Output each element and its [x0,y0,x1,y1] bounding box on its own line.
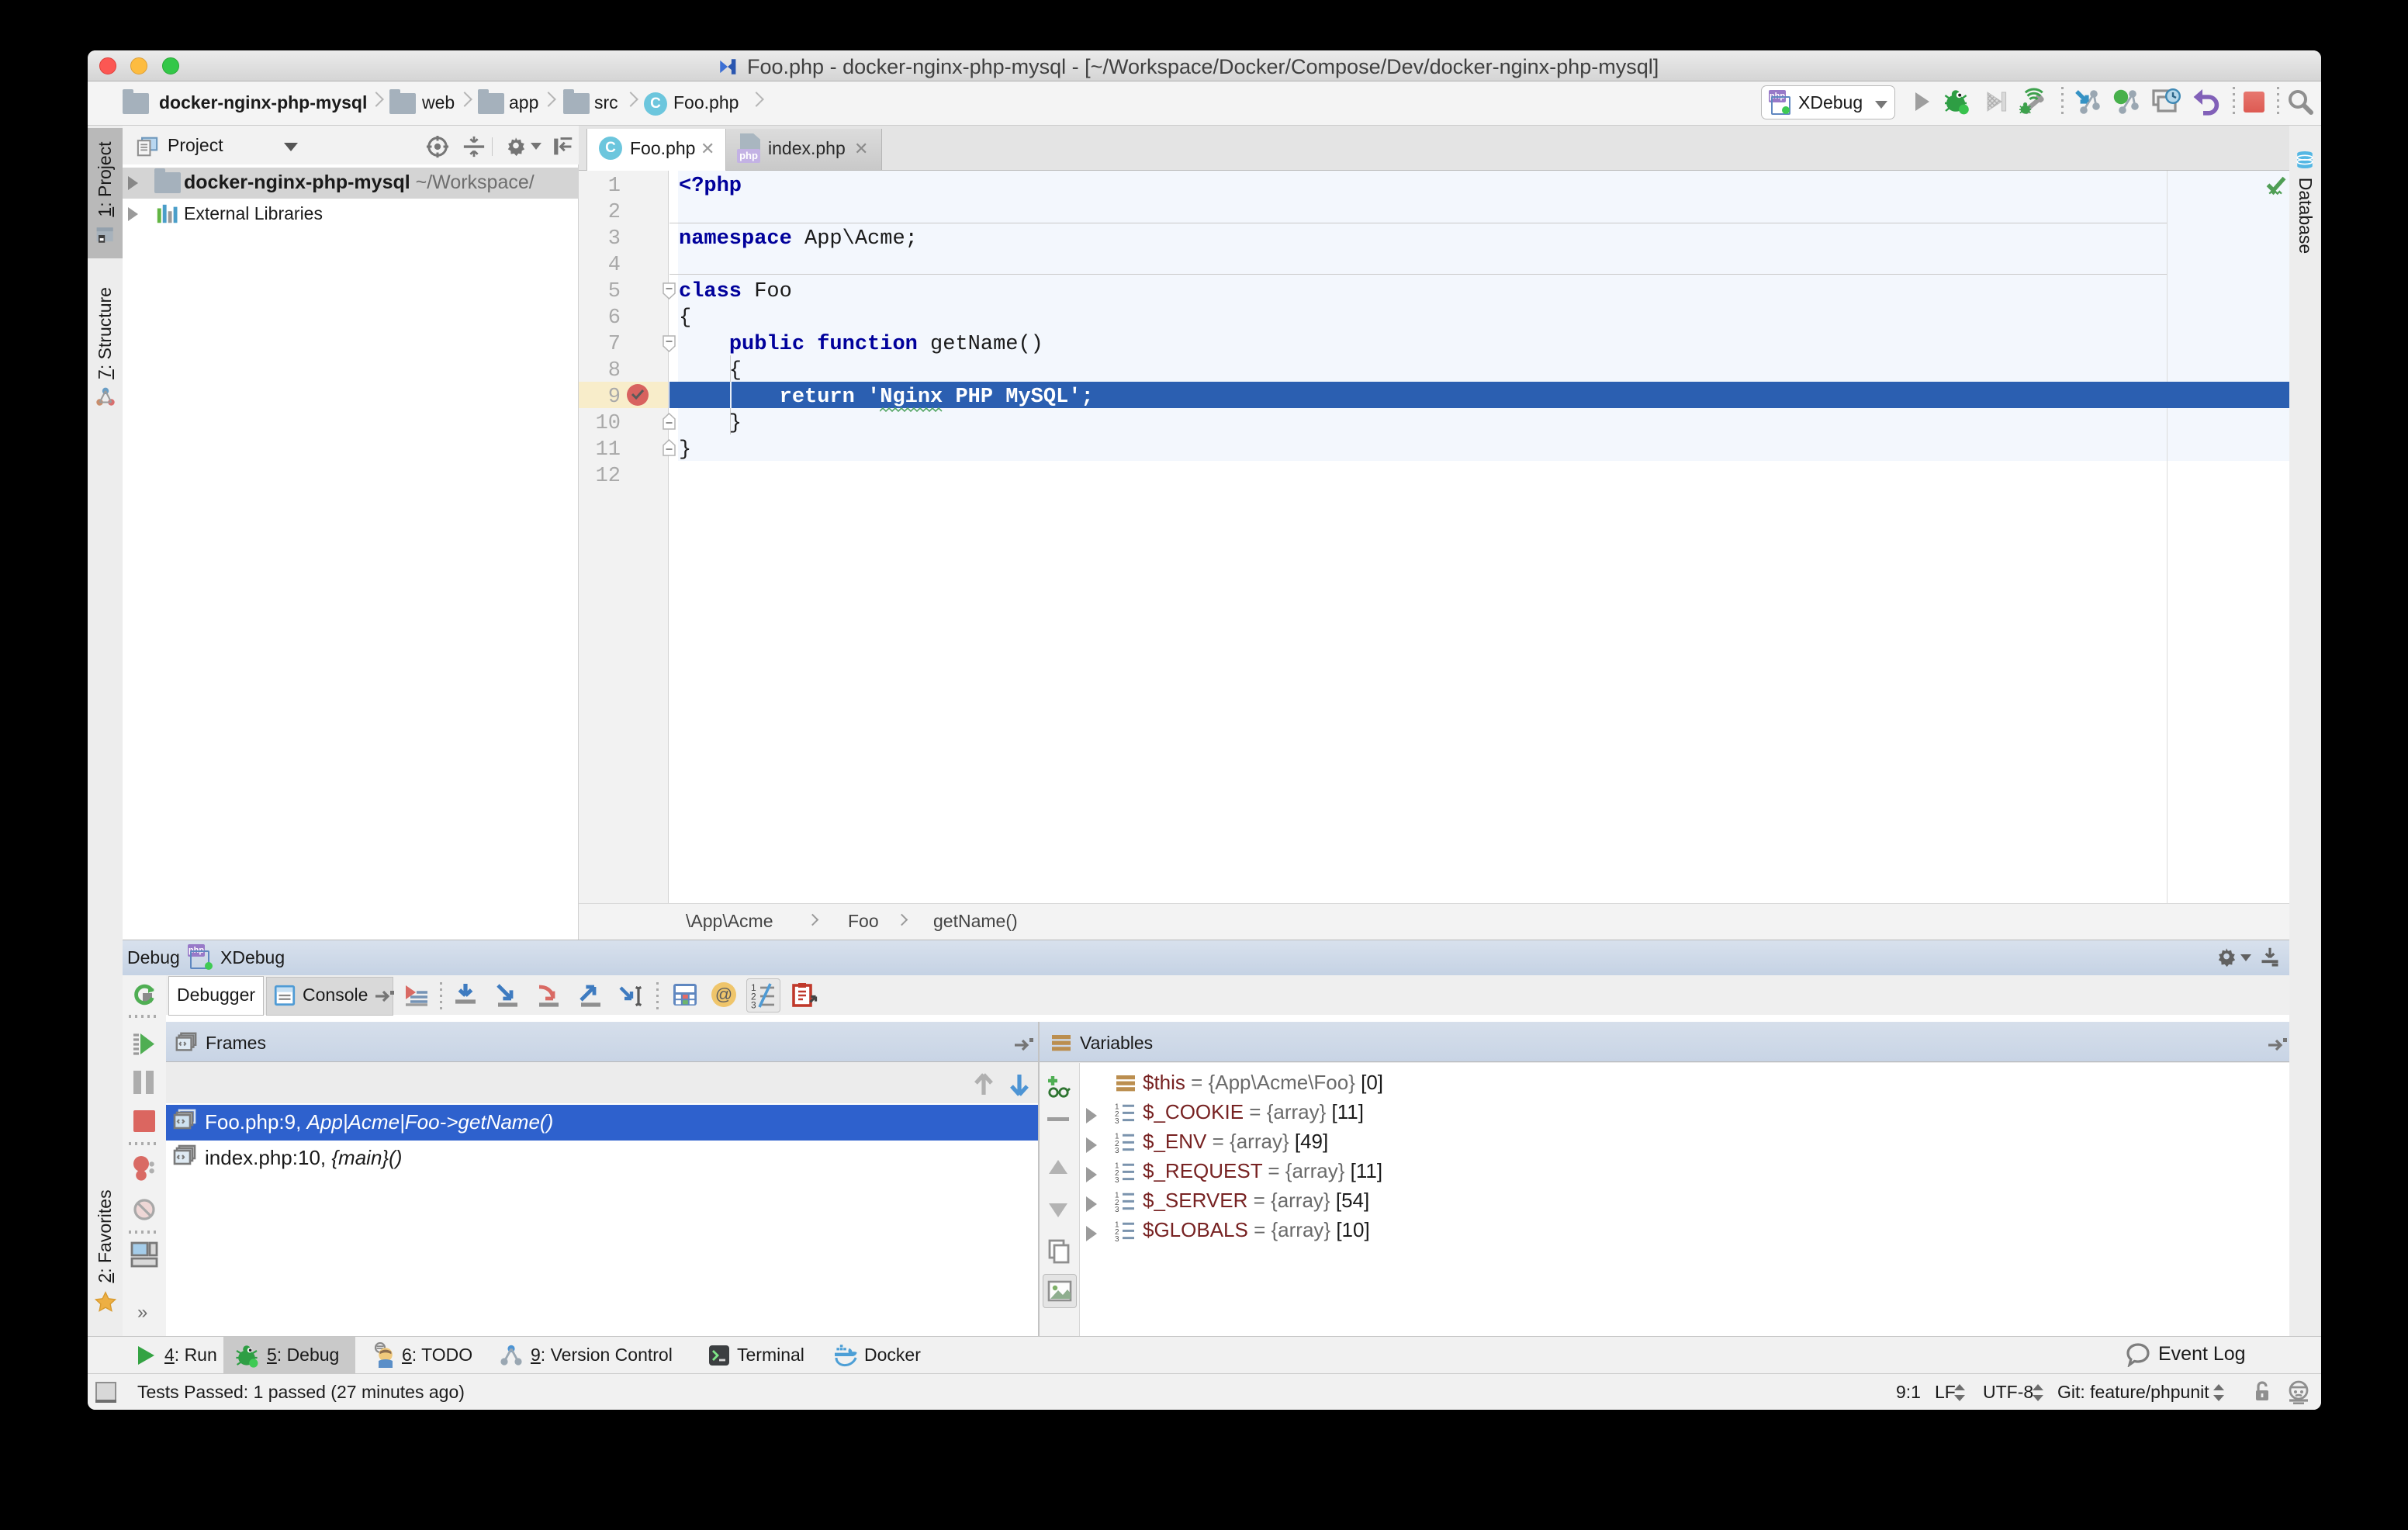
svg-text:3: 3 [1115,1235,1119,1241]
svg-text:3: 3 [1115,1117,1119,1123]
svg-text:3: 3 [751,1000,756,1009]
svg-text:3: 3 [1115,1206,1119,1212]
svg-text:3: 3 [1115,1176,1119,1182]
svg-text:3: 3 [1115,1147,1119,1153]
